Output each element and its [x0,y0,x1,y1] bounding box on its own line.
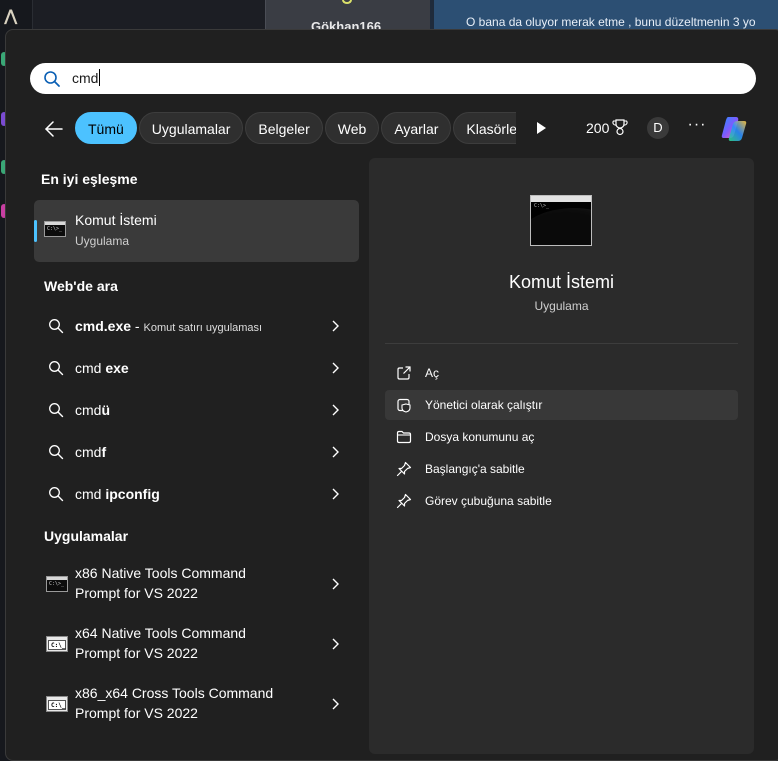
web-result-bold: ü [101,402,111,418]
app-result-name-cont: Prompt for VS 2022 [75,645,198,661]
search-icon [49,487,64,502]
web-result-bold: ipconfig [105,486,160,502]
chevron-right-icon [332,698,339,710]
filter-chip-web[interactable]: Web [324,112,380,144]
web-result-separator: - [131,318,144,334]
action-run-as-admin[interactable]: Yönetici olarak çalıştır [385,390,738,420]
filter-chip-folders[interactable]: Klasörler [453,112,516,144]
background-panel [33,0,265,30]
search-icon [49,361,64,376]
app-result-item[interactable]: C:\_ x64 Native Tools Command Prompt for… [34,616,359,672]
action-label: Görev çubuğuna sabitle [425,494,552,508]
trophy-icon[interactable] [612,118,628,136]
selection-indicator [34,220,37,242]
background-chat-message: O bana da oluyor merak etme ☺, bunu düze… [430,0,778,48]
back-arrow-icon[interactable] [42,117,66,141]
web-result-item[interactable]: cmd.exe - Komut satırı uygulaması [34,308,359,344]
web-result-subtitle: Komut satırı uygulaması [143,322,263,334]
filter-chip-settings[interactable]: Ayarlar [381,112,452,144]
best-match-item[interactable]: C:\>_ Komut İstemi Uygulama [34,200,359,262]
app-logo-icon: ⋀ [4,8,18,25]
command-prompt-icon: C:\>_ [46,576,68,592]
app-result-item[interactable]: C:\_ x86_x64 Cross Tools Command Prompt … [34,676,359,732]
command-prompt-icon: C:\>_ [44,221,66,237]
app-result-name: x86_x64 Cross Tools Command [75,685,274,701]
action-label: Dosya konumunu aç [425,430,535,444]
web-result-item[interactable]: cmd ipconfig [34,476,359,512]
action-label: Başlangıç'a sabitle [425,462,525,476]
app-result-name: x64 Native Tools Command [75,625,246,641]
web-result-text: cmd [75,402,102,418]
chevron-right-icon [332,320,339,332]
web-result-item[interactable]: cmdf [34,434,359,470]
search-query: cmd [72,70,99,86]
preview-app-name: Komut İstemi [508,272,615,292]
action-label: Aç [425,366,440,380]
action-open-file-location[interactable]: Dosya konumunu aç [385,422,738,452]
chevron-right-icon [332,404,339,416]
search-icon [49,403,64,418]
web-result-item[interactable]: cmdü [34,392,359,428]
filter-chip-all[interactable]: Tümü [75,112,137,144]
user-avatar[interactable]: D [647,117,669,139]
search-input[interactable]: cmd [30,63,756,94]
apps-section-title: Uygulamalar [44,528,129,544]
chat-text: , bunu düzeltmenin 3 yo [628,15,756,29]
action-pin-to-start[interactable]: Başlangıç'a sabitle [385,454,738,484]
command-prompt-icon: C:\_ [46,636,68,652]
best-match-title: En iyi eşleşme [41,171,138,187]
search-flyout: cmd Tümü Uygulamalar Belgeler Web Ayarlar Kla… [5,29,778,761]
moon-icon [342,0,352,4]
filter-chip-documents[interactable]: Belgeler [245,112,323,144]
action-label: Yönetici olarak çalıştır [425,398,543,412]
chevron-right-icon [332,362,339,374]
command-prompt-icon: C:\_ [46,696,68,712]
action-open[interactable]: Aç [385,358,738,388]
web-result-bold: cmd.exe [75,318,132,334]
play-more-filters-icon[interactable] [533,120,549,136]
search-icon [44,71,60,87]
command-prompt-preview-icon: C:\>_ [530,195,592,246]
preview-pane: C:\>_ Komut İstemi Uygulama Aç Yönetici … [369,158,754,754]
best-match-name: Komut İstemi [75,212,157,228]
web-result-text: cmd [75,444,102,460]
folder-icon [396,430,412,444]
web-result-item[interactable]: cmd exe [34,350,359,386]
shield-icon [397,398,411,413]
text-caret [99,69,101,86]
pin-icon [396,461,412,477]
filter-chip-apps[interactable]: Uygulamalar [138,112,244,144]
web-result-bold: exe [105,360,129,376]
best-match-type: Uygulama [75,234,130,248]
action-pin-to-taskbar[interactable]: Görev çubuğuna sabitle [385,486,738,516]
rewards-points: 200 [586,120,610,136]
chevron-right-icon [332,578,339,590]
copilot-icon[interactable] [719,114,749,144]
open-external-icon [397,366,411,380]
app-result-item[interactable]: C:\>_ x86 Native Tools Command Prompt fo… [34,556,359,612]
search-icon [49,445,64,460]
chevron-right-icon [332,488,339,500]
search-icon [49,319,64,334]
app-result-name-cont: Prompt for VS 2022 [75,585,198,601]
web-result-text: cmd [75,360,106,376]
chevron-right-icon [332,446,339,458]
divider [385,343,738,344]
app-result-name: x86 Native Tools Command [75,565,246,581]
web-result-bold: f [101,444,107,460]
filter-chips: Tümü Uygulamalar Belgeler Web Ayarlar Klasörl… [75,112,516,144]
preview-app-type: Uygulama [534,299,589,313]
web-result-text: cmd [75,486,106,502]
more-options-icon[interactable]: ··· [687,116,707,140]
web-search-title: Web'de ara [44,278,118,294]
app-result-name-cont: Prompt for VS 2022 [75,705,198,721]
background-user-card: Gökhan166 [265,0,430,34]
chat-text: O bana da oluyor merak etme [466,15,625,29]
pin-icon [396,493,412,509]
chevron-right-icon [332,638,339,650]
